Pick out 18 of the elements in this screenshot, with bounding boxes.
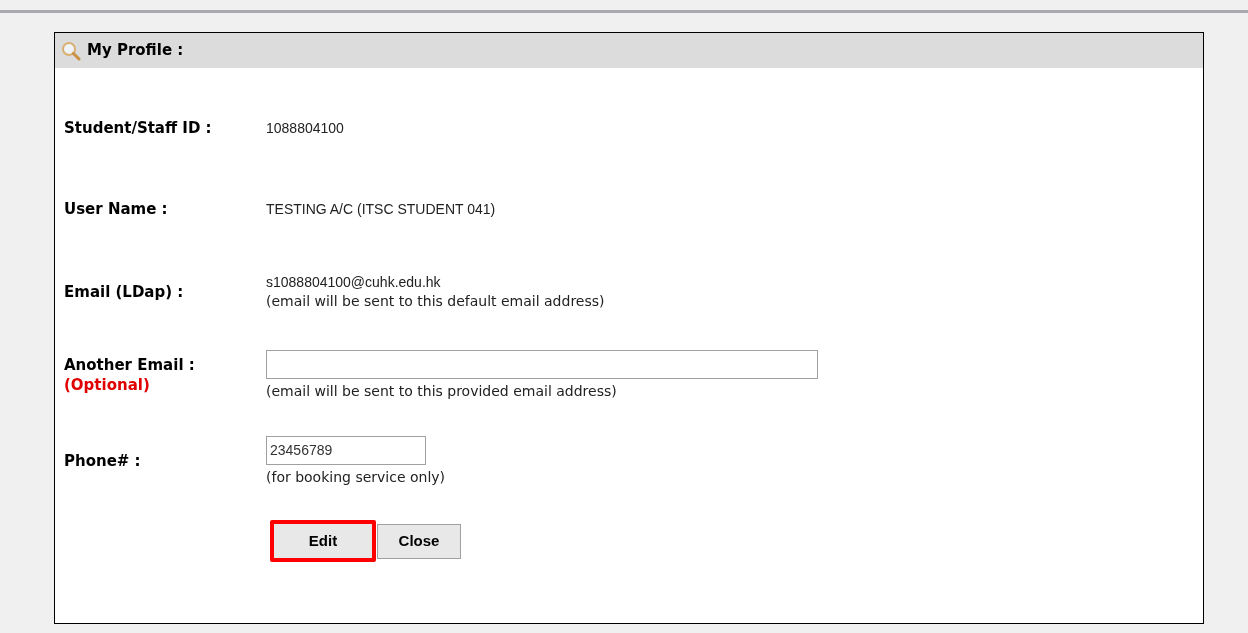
hint-text: (email will be sent to this default email address) — [266, 292, 605, 311]
field-value: s1088804100@cuhk.edu.hk — [266, 273, 442, 291]
hint-text: (email will be sent to this provided email address) — [266, 381, 618, 401]
panel-title: My Profile : — [87, 40, 184, 62]
field-label: Email (LDap) : — [64, 282, 185, 302]
field-label: Student/Staff ID : — [64, 118, 213, 138]
action-button[interactable]: Edit — [270, 520, 376, 562]
input-field[interactable] — [266, 349, 818, 379]
field-value: TESTING A/C (ITSC STUDENT 041) — [266, 200, 496, 218]
field-label: Another Email : — [64, 355, 196, 375]
field-label: User Name : — [64, 199, 169, 219]
field-value: 1088804100 — [266, 119, 344, 137]
search-icon — [61, 40, 81, 61]
input-field[interactable]: 23456789 — [266, 435, 426, 465]
field-label: Phone# : — [64, 451, 142, 471]
hint-text: (for booking service only) — [266, 467, 446, 487]
optional-label: (Optional) — [64, 375, 151, 395]
action-button[interactable]: Close — [377, 524, 461, 559]
